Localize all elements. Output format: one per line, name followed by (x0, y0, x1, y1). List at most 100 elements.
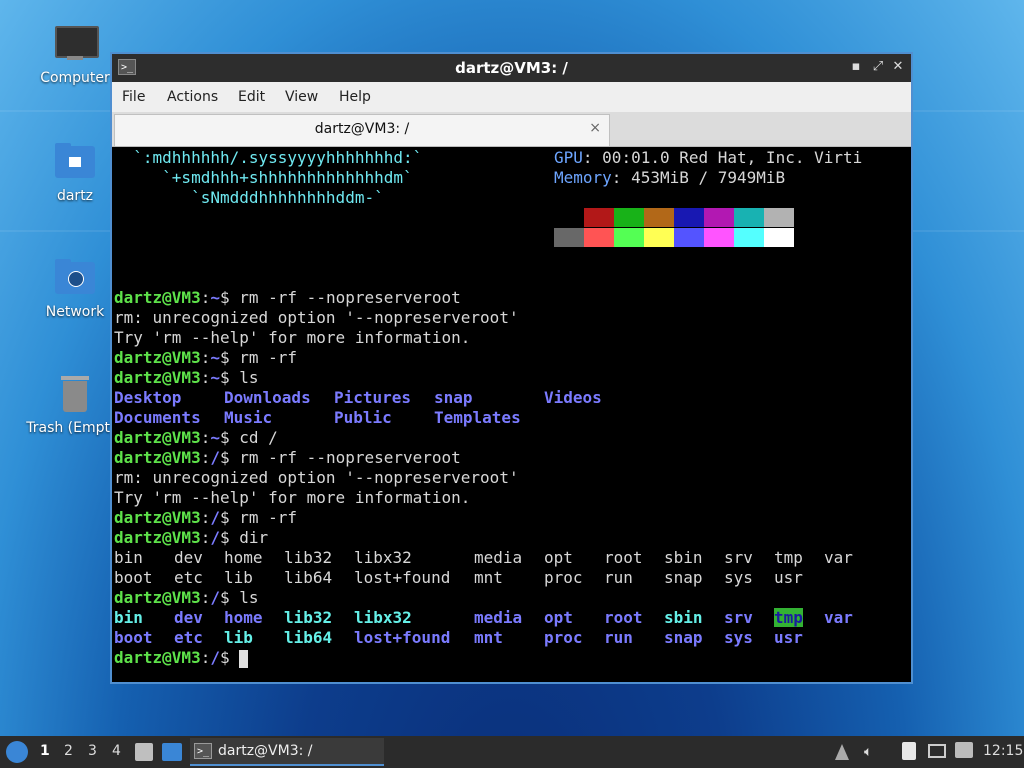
dir-entry: tmp (774, 548, 803, 567)
window-titlebar[interactable]: >_ dartz@VM3: / ▪ ⤢ ✕ (112, 54, 911, 82)
dir-entry: root (604, 548, 643, 567)
prompt-line: dartz@VM3:/$ ls (114, 588, 259, 607)
menu-view[interactable]: View (285, 89, 318, 105)
dir-entry: etc (174, 568, 203, 587)
dir-entry: lib (224, 568, 253, 587)
workspace-2[interactable]: 2 (64, 743, 73, 759)
minimize-button[interactable]: ▪ (847, 58, 865, 76)
palette-swatch (584, 228, 614, 247)
workspace-1[interactable]: 1 (40, 743, 50, 759)
dir-entry: usr (774, 628, 803, 647)
menu-help[interactable]: Help (339, 89, 371, 105)
task-label: dartz@VM3: / (218, 743, 313, 759)
dir-entry: proc (544, 628, 583, 647)
output-line: Try 'rm --help' for more information. (114, 488, 471, 507)
tab-close-icon[interactable]: × (589, 120, 601, 136)
palette-swatch (764, 228, 794, 247)
dir-entry: Public (334, 408, 392, 427)
output-line: rm: unrecognized option '--nopreserveroo… (114, 468, 519, 487)
palette-swatch (734, 208, 764, 227)
network-folder-icon (53, 256, 97, 300)
tab-title: dartz@VM3: / (314, 121, 410, 137)
palette-swatch (644, 228, 674, 247)
menu-file[interactable]: File (122, 89, 145, 105)
terminal-output[interactable]: `:mdhhhhhh/.syssyyyyhhhhhhhd:` `+smdhhh+… (114, 148, 909, 680)
taskbar-task-terminal[interactable]: >_ dartz@VM3: / (190, 738, 384, 766)
dir-entry: libx32 (354, 608, 412, 627)
dir-entry: snap (664, 568, 703, 587)
sysinfo-gpu: GPU: 00:01.0 Red Hat, Inc. Virti (554, 148, 863, 167)
dir-entry: sbin (664, 608, 703, 627)
sysinfo-memory: Memory: 453MiB / 7949MiB (554, 168, 786, 187)
prompt-line: dartz@VM3:~$ rm -rf --nopreserveroot (114, 288, 461, 307)
dir-entry: bin (114, 548, 143, 567)
dir-entry: sys (724, 628, 753, 647)
dir-entry: media (474, 548, 523, 567)
palette-swatch (614, 208, 644, 227)
dir-entry: snap (664, 628, 703, 647)
update-notifier-icon[interactable] (955, 742, 973, 758)
dir-entry: lost+found (354, 568, 451, 587)
terminal-icon: >_ (194, 743, 212, 759)
dir-entry: home (224, 548, 263, 567)
clock[interactable]: 12:15 (983, 743, 1023, 759)
ascii-art-line: `:mdhhhhhh/.syssyyyyhhhhhhhd:` (114, 148, 423, 167)
file-manager-launcher-icon[interactable] (135, 743, 153, 761)
text-cursor (239, 649, 249, 668)
dir-entry: opt (544, 548, 573, 567)
ascii-art-line: `+smdhhh+shhhhhhhhhhhhhdm` (114, 168, 413, 187)
start-menu-icon[interactable] (6, 741, 28, 763)
dir-entry: var (824, 608, 853, 627)
network-status-icon[interactable] (928, 744, 946, 758)
output-line: Try 'rm --help' for more information. (114, 328, 471, 347)
dir-entry: lib64 (284, 568, 333, 587)
workspace-3[interactable]: 3 (88, 743, 97, 759)
prompt-line: dartz@VM3:/$ dir (114, 528, 269, 547)
dir-entry: etc (174, 628, 203, 647)
dir-entry: boot (114, 628, 153, 647)
workspace-4[interactable]: 4 (112, 743, 121, 759)
palette-swatch (554, 208, 584, 227)
dir-entry: boot (114, 568, 153, 587)
palette-swatch (674, 208, 704, 227)
close-button[interactable]: ✕ (889, 58, 907, 76)
window-title: dartz@VM3: / (455, 59, 568, 77)
palette-swatch (704, 208, 734, 227)
dir-entry: dev (174, 608, 203, 627)
output-line: rm: unrecognized option '--nopreserveroo… (114, 308, 519, 327)
ascii-art-line: `sNmdddhhhhhhhhddm-` (114, 188, 384, 207)
palette-swatch (674, 228, 704, 247)
dir-entry: media (474, 608, 523, 627)
dir-entry: bin (114, 608, 143, 627)
show-desktop-icon[interactable] (162, 743, 182, 761)
tab-bar: dartz@VM3: / × (112, 112, 911, 147)
menu-actions[interactable]: Actions (167, 89, 218, 105)
dir-entry: srv (724, 548, 753, 567)
dir-entry: Videos (544, 388, 602, 407)
dir-entry: mnt (474, 568, 503, 587)
maximize-button[interactable]: ⤢ (869, 58, 887, 76)
dir-entry: Documents (114, 408, 201, 427)
dir-entry: tmp (774, 608, 803, 627)
menu-edit[interactable]: Edit (238, 89, 265, 105)
dir-entry: srv (724, 608, 753, 627)
prompt-line: dartz@VM3:~$ rm -rf (114, 348, 298, 367)
trash-icon (53, 372, 97, 416)
taskbar: 1 2 3 4 >_ dartz@VM3: / 🔈︎ 12:15 (0, 736, 1024, 768)
dir-entry: Pictures (334, 388, 412, 407)
tab-terminal[interactable]: dartz@VM3: / × (114, 114, 610, 146)
palette-swatch (584, 208, 614, 227)
volume-icon[interactable]: 🔈︎ (864, 744, 880, 760)
clipboard-icon[interactable] (902, 742, 916, 760)
dir-entry: dev (174, 548, 203, 567)
prompt-line-active[interactable]: dartz@VM3:/$ (114, 648, 249, 668)
prompt-line: dartz@VM3:~$ ls (114, 368, 259, 387)
eject-icon[interactable] (835, 744, 849, 760)
dir-entry: lib32 (284, 548, 333, 567)
dir-entry: Desktop (114, 388, 182, 407)
dir-entry: root (604, 608, 643, 627)
dir-entry: snap (434, 388, 473, 407)
terminal-window[interactable]: >_ dartz@VM3: / ▪ ⤢ ✕ File Actions Edit … (110, 52, 913, 684)
dir-entry: mnt (474, 628, 503, 647)
dir-entry: lost+found (354, 628, 451, 647)
